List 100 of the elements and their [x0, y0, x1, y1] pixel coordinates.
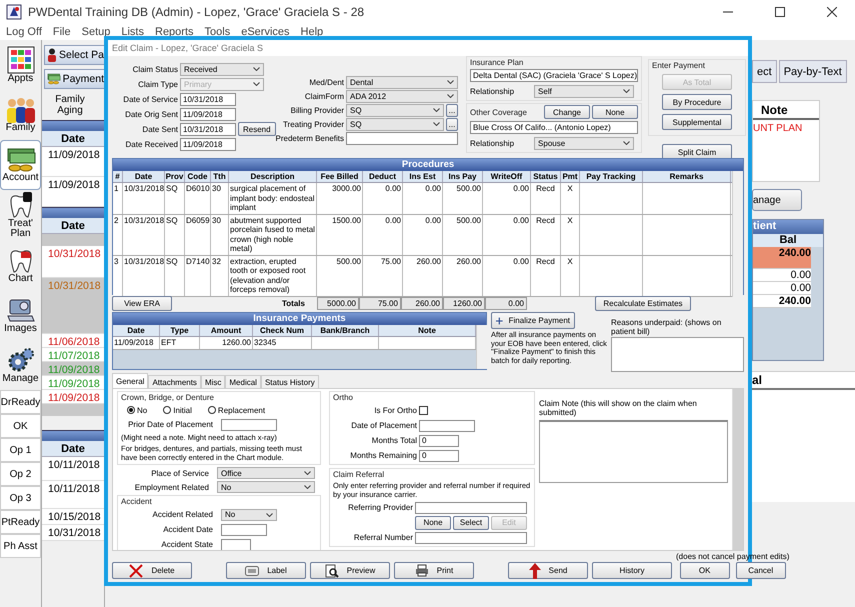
table-row[interactable]: 11/09/2018 [42, 376, 104, 390]
tab[interactable]: Pay-by-Text [778, 60, 847, 83]
plan-field[interactable]: Blue Cross Of Califo... (Antonio Lopez) [470, 121, 638, 134]
view-era-button[interactable]: View ERA [112, 296, 172, 311]
dropdown[interactable]: Office [217, 467, 315, 479]
dropdown[interactable]: No [217, 481, 315, 493]
referral-button[interactable]: None [415, 516, 451, 530]
scrollbar[interactable] [476, 325, 487, 369]
dropdown[interactable]: No [221, 508, 277, 520]
toolbar-button[interactable]: Payment [44, 69, 104, 89]
menu-item[interactable]: Setup [82, 26, 110, 38]
date-field[interactable]: 10/31/2018 [180, 92, 236, 106]
tab[interactable]: Medical [225, 375, 261, 388]
reasons-text-area[interactable] [611, 337, 744, 372]
checkbox[interactable] [419, 406, 428, 415]
provider-field[interactable] [415, 502, 527, 514]
menu-item[interactable]: eServices [241, 26, 290, 38]
option-button[interactable]: By Procedure [662, 94, 732, 110]
table-row[interactable]: 11/09/2018 [42, 177, 104, 207]
status-list-item[interactable]: DrReady [0, 390, 41, 414]
status-list-item[interactable]: Op 3 [0, 486, 41, 510]
module-button[interactable]: Family [0, 90, 41, 140]
table-row[interactable]: 11/07/2018 [42, 348, 104, 362]
cancel-button[interactable]: Cancel [736, 562, 786, 579]
number-field[interactable]: 0 [419, 450, 459, 462]
scrollbar[interactable] [732, 171, 743, 296]
maximize-icon[interactable] [775, 7, 785, 17]
finalize-payment-button[interactable]: Finalize Payment [491, 312, 575, 329]
date-field[interactable]: 11/09/2018 [180, 108, 236, 120]
table-row[interactable]: 10/15/2018 [42, 509, 104, 525]
module-button[interactable]: Chart [0, 240, 41, 290]
tab[interactable]: Attachments [148, 375, 201, 388]
table-row[interactable]: 11/09/2018 [42, 147, 104, 177]
status-list-item[interactable]: PtReady [0, 510, 41, 534]
dropdown[interactable]: Spouse [534, 136, 634, 150]
table-row[interactable]: 10/11/2018 [42, 457, 104, 481]
action-button[interactable]: Print [394, 562, 474, 579]
module-button[interactable]: Manage [0, 340, 41, 390]
dropdown[interactable]: Self [534, 84, 634, 98]
dropdown[interactable]: SQ [346, 118, 444, 130]
plan-field[interactable]: Delta Dental (SAC) (Graciela 'Grace' S Lopez) [470, 69, 638, 82]
action-button[interactable]: History [592, 562, 672, 579]
more-button[interactable]: ... [446, 118, 458, 130]
radio-button[interactable] [208, 406, 216, 414]
radio-button[interactable] [163, 406, 172, 414]
referral-number-field[interactable] [415, 532, 527, 544]
table-row[interactable]: 10/31/2018 [42, 246, 104, 278]
module-button[interactable]: Appts [0, 40, 41, 90]
field-label: Referring Provider [347, 503, 413, 512]
scrollbar[interactable] [732, 389, 743, 550]
dropdown[interactable]: SQ [346, 104, 444, 116]
menu-item[interactable]: Log Off [6, 26, 42, 38]
action-button[interactable]: Label [226, 562, 306, 579]
module-button[interactable]: Treat' Plan [0, 190, 41, 240]
tab[interactable]: ect [752, 60, 777, 83]
action-button[interactable]: Preview [310, 562, 390, 579]
number-field[interactable]: 0 [419, 434, 459, 446]
more-button[interactable]: ... [446, 104, 458, 116]
tab[interactable]: Status History [260, 375, 319, 388]
menu-item[interactable]: Tools [204, 26, 230, 38]
dropdown[interactable]: ADA 2012 [346, 90, 458, 102]
status-list-item[interactable]: Ph Asst [0, 534, 41, 558]
date-field[interactable] [419, 420, 475, 432]
recalculate-button[interactable]: Recalculate Estimates [594, 296, 691, 311]
coverage-button[interactable]: Change [544, 105, 590, 119]
action-button[interactable]: Send [508, 562, 588, 579]
status-list-item[interactable]: Op 1 [0, 438, 41, 462]
claim-note-text-area[interactable] [539, 420, 728, 483]
status-list-item[interactable]: OK [0, 414, 41, 438]
date-field[interactable]: 11/09/2018 [180, 138, 236, 150]
module-button[interactable]: Account [0, 140, 41, 190]
menu-item[interactable]: Reports [155, 26, 194, 38]
dropdown[interactable]: Dental [346, 76, 458, 88]
option-button[interactable]: Supplemental [662, 114, 732, 130]
table-row[interactable]: 11/06/2018 [42, 334, 104, 348]
status-list-item[interactable]: Op 2 [0, 462, 41, 486]
menu-item[interactable]: File [52, 26, 71, 38]
coverage-button[interactable]: None [592, 105, 638, 119]
date-field[interactable]: 10/31/2018 [180, 122, 236, 136]
menu-item[interactable]: Lists [121, 26, 144, 38]
module-button[interactable]: Images [0, 290, 41, 340]
state-field[interactable] [221, 538, 251, 550]
dropdown[interactable]: Received [180, 62, 264, 76]
action-button[interactable]: Delete [112, 562, 192, 579]
text-field[interactable] [346, 132, 458, 144]
toolbar-button[interactable]: Select Pa [44, 45, 104, 65]
table-row[interactable]: 10/11/2018 [42, 481, 104, 509]
tab[interactable]: General [112, 373, 148, 388]
ok-button[interactable]: OK [680, 562, 730, 579]
cut-off-button[interactable]: anage [752, 189, 802, 211]
close-icon[interactable] [827, 7, 837, 17]
radio-button[interactable] [127, 406, 135, 414]
table-row[interactable]: 10/31/2018 [42, 525, 104, 541]
referral-button[interactable]: Select [453, 516, 489, 530]
date-field[interactable] [221, 524, 267, 536]
tab[interactable]: Misc [200, 375, 226, 388]
table-row[interactable]: 11/09/2018 [42, 390, 104, 404]
menu-item[interactable]: Help [300, 26, 324, 38]
date-field[interactable] [221, 418, 277, 430]
resend-button[interactable]: Resend [238, 122, 276, 136]
